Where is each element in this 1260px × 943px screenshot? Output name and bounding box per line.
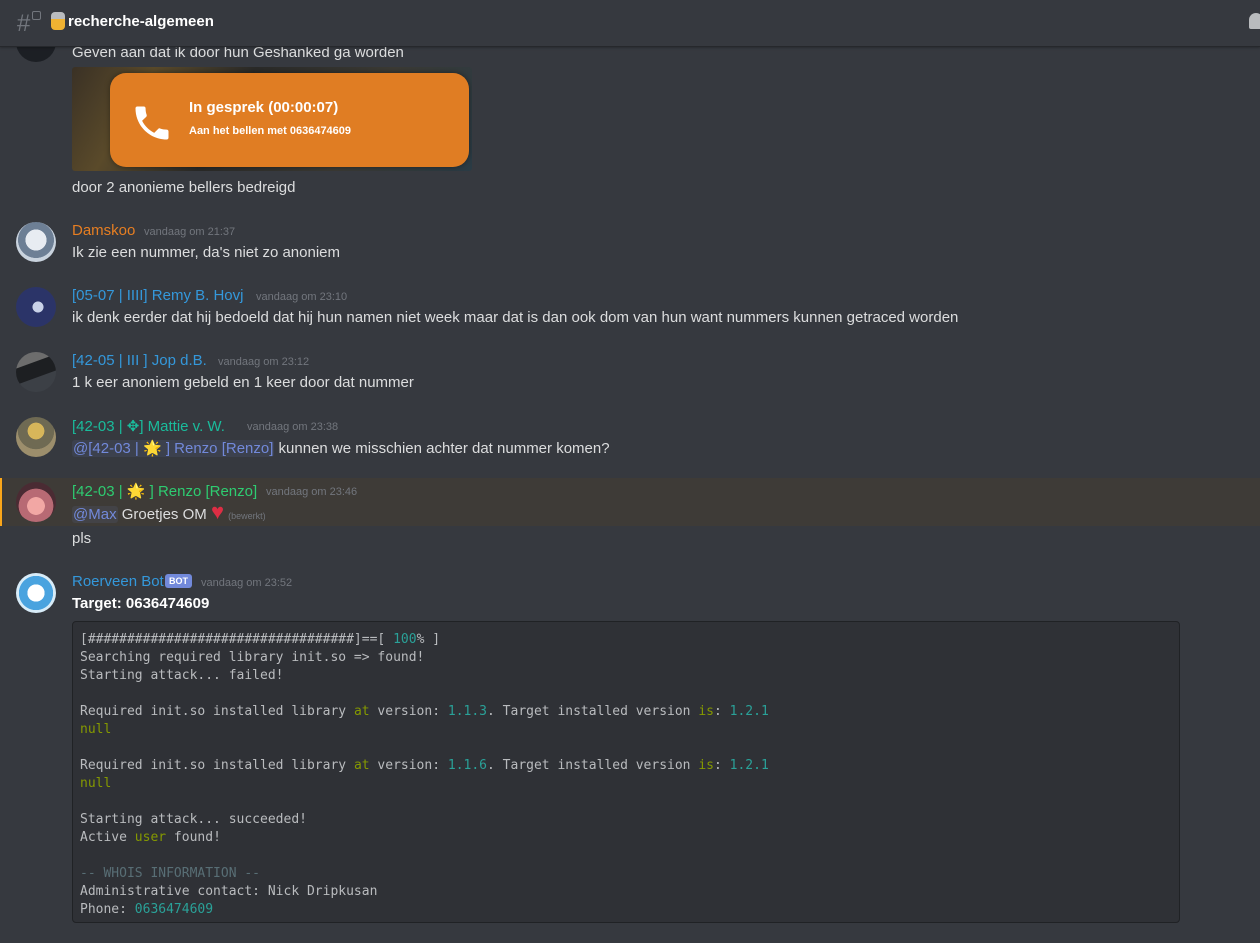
bot-message-title: Target: 0636474609 xyxy=(72,595,210,612)
user-mention[interactable]: @[42-03 | 🌟 ] Renzo [Renzo] xyxy=(72,440,275,457)
phone-icon xyxy=(135,106,169,140)
username[interactable]: Damskoo xyxy=(72,222,135,239)
timestamp: vandaag om 23:10 xyxy=(256,291,348,303)
message-text: @Max Groetjes OM ♥ (bewerkt) xyxy=(72,501,266,523)
code-block: [##################################]==[ … xyxy=(72,621,1180,923)
avatar[interactable] xyxy=(16,222,56,262)
timestamp: vandaag om 23:38 xyxy=(247,421,339,433)
message-body: Groetjes OM xyxy=(117,506,211,523)
call-title: In gesprek (00:00:07) xyxy=(189,99,339,116)
code-line: Required init.so installed library at ve… xyxy=(80,704,769,719)
message-text: pls xyxy=(72,530,92,547)
message-text: Ik zie een nummer, da's niet zo anoniem xyxy=(72,244,341,261)
avatar[interactable] xyxy=(16,573,56,613)
heart-emoji-icon: ♥ xyxy=(210,499,224,524)
message-body: kunnen we misschien achter dat nummer ko… xyxy=(274,440,610,457)
call-notification-card: In gesprek (00:00:07) Aan het bellen met… xyxy=(110,73,469,167)
code-line: -- WHOIS INFORMATION -- xyxy=(80,866,261,881)
message-text: @[42-03 | 🌟 ] Renzo [Renzo] kunnen we mi… xyxy=(72,439,610,457)
message-text: door 2 anonieme bellers bedreigd xyxy=(72,179,296,196)
call-subtitle: Aan het bellen met 0636474609 xyxy=(189,125,352,137)
avatar[interactable] xyxy=(16,482,56,522)
code-line: Active user found! xyxy=(80,830,221,845)
channel-hash-icon: # xyxy=(17,10,31,37)
username[interactable]: [42-03 | ✥] Mattie v. W. xyxy=(72,417,225,435)
timestamp: vandaag om 23:12 xyxy=(218,356,310,368)
user-mention[interactable]: @Max xyxy=(72,506,118,523)
avatar[interactable] xyxy=(16,417,56,457)
username[interactable]: [42-05 | III ] Jop d.B. xyxy=(72,352,207,369)
channel-header: # recherche-algemeen xyxy=(0,0,1260,47)
channel-name: recherche-algemeen xyxy=(68,13,214,30)
code-line: null xyxy=(80,722,112,737)
detective-emoji-icon xyxy=(51,12,65,30)
timestamp: vandaag om 23:46 xyxy=(266,486,358,498)
code-line: null xyxy=(80,776,112,791)
timestamp: vandaag om 21:37 xyxy=(144,226,236,238)
code-line: [##################################]==[ … xyxy=(80,632,441,647)
message-text: ik denk eerder dat hij bedoeld dat hij h… xyxy=(72,309,959,326)
bot-tag: BOT xyxy=(165,574,192,588)
attached-image[interactable]: In gesprek (00:00:07) Aan het bellen met… xyxy=(72,67,472,171)
edited-label: (bewerkt) xyxy=(228,511,266,521)
code-line: Starting attack... succeeded! xyxy=(80,812,307,827)
username[interactable]: [42-03 | 🌟 ] Renzo [Renzo] xyxy=(72,482,257,500)
code-line: Phone: 0636474609 xyxy=(80,902,214,917)
avatar[interactable] xyxy=(16,287,56,327)
code-line: Required init.so installed library at ve… xyxy=(80,758,769,773)
code-line: Starting attack... failed! xyxy=(80,668,284,683)
timestamp: vandaag om 23:52 xyxy=(201,577,293,589)
username[interactable]: Roerveen Bot xyxy=(72,573,164,590)
code-line: Searching required library init.so => fo… xyxy=(80,650,425,665)
lock-icon xyxy=(32,11,41,20)
notification-bell-icon[interactable] xyxy=(1249,13,1260,29)
username[interactable]: [05-07 | IIII] Remy B. Hovj xyxy=(72,287,243,304)
code-line: Administrative contact: Nick Dripkusan xyxy=(80,884,378,899)
avatar[interactable] xyxy=(16,352,56,392)
message-text: 1 k eer anoniem gebeld en 1 keer door da… xyxy=(72,374,414,391)
